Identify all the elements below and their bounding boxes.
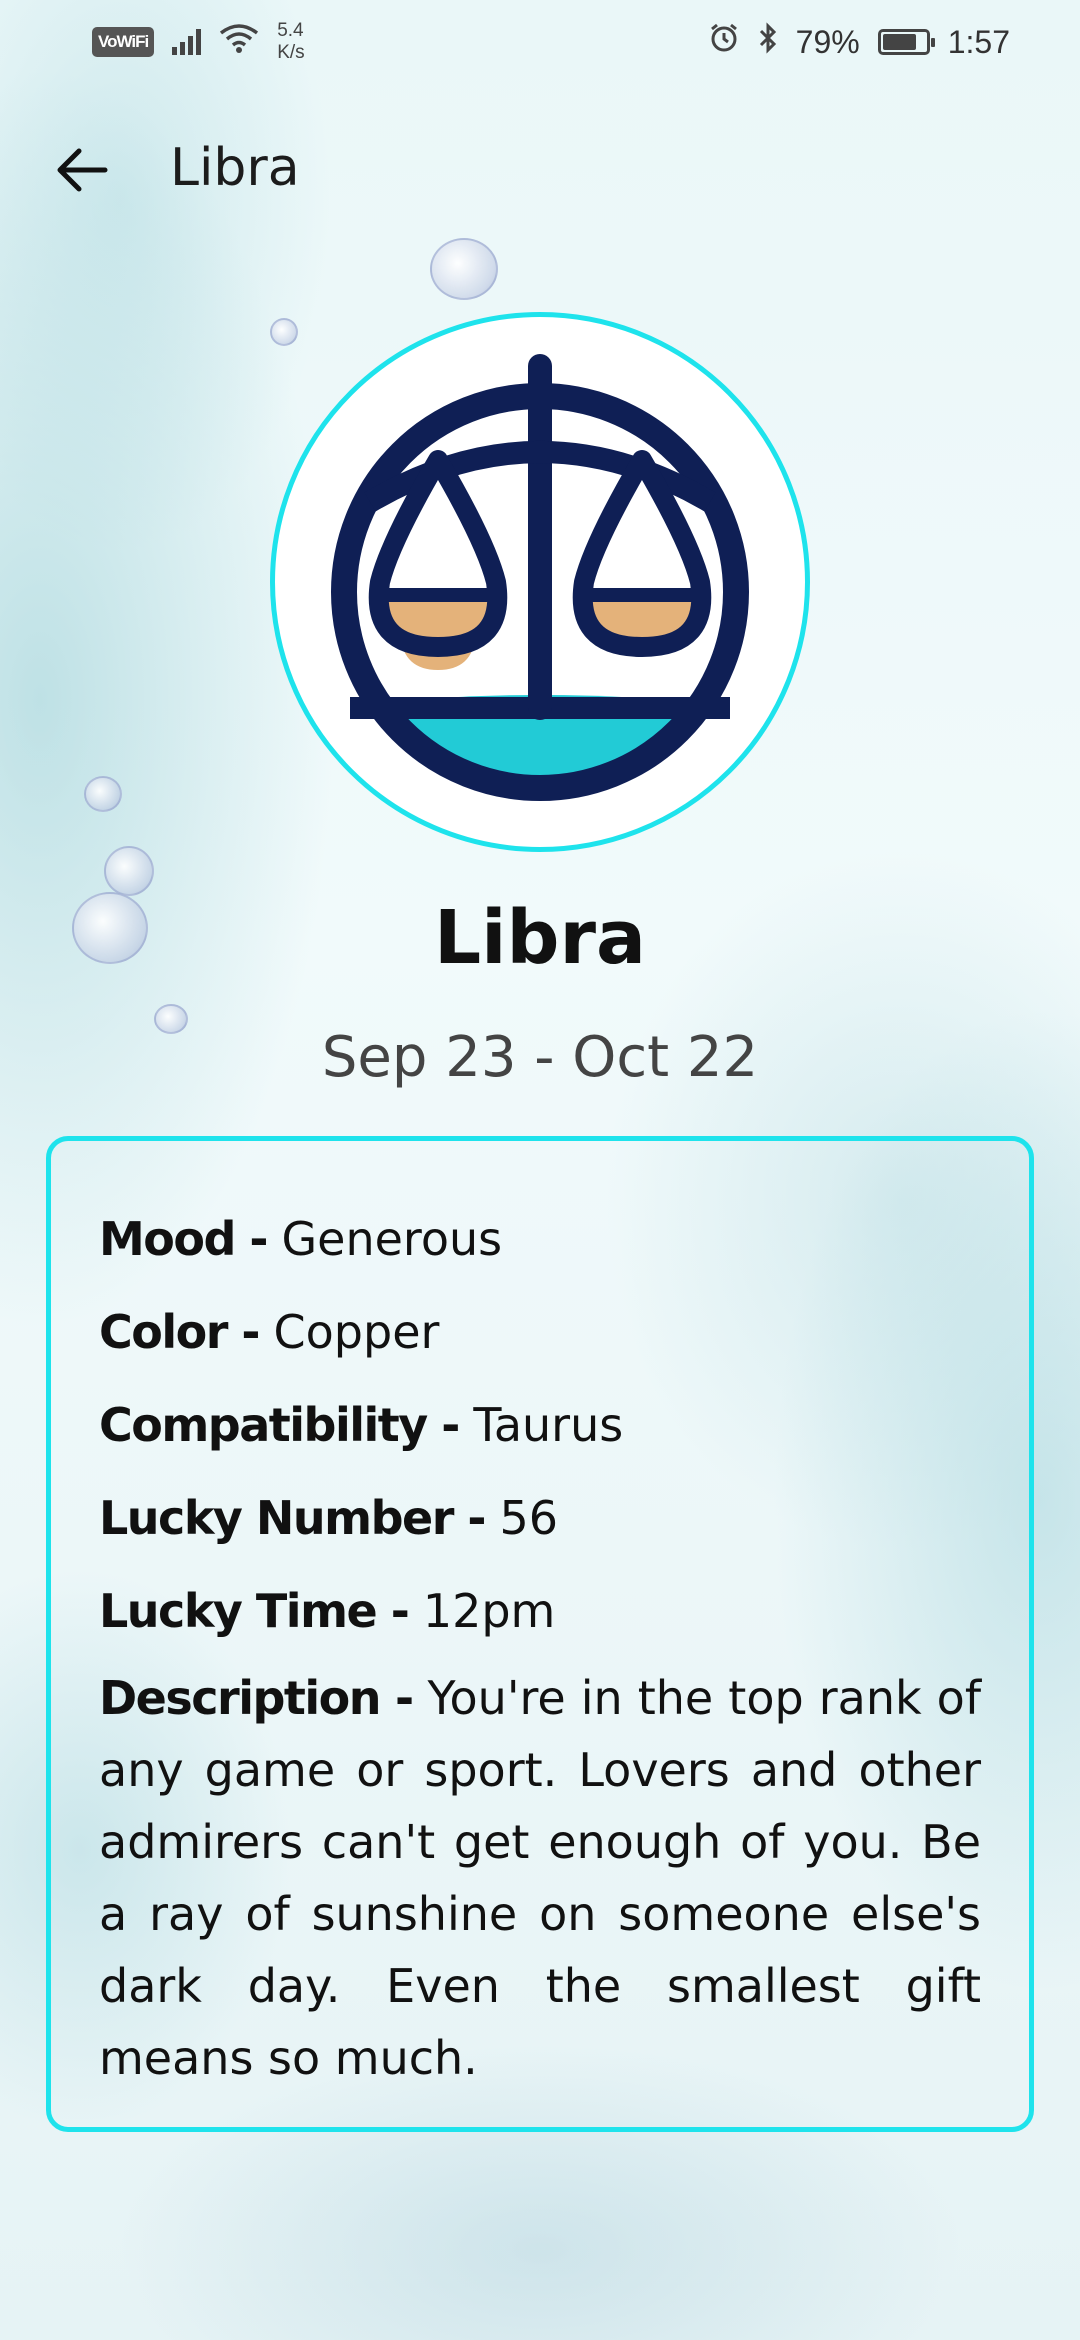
description-label: Description -: [99, 1671, 428, 1725]
mood-value: Generous: [281, 1212, 503, 1266]
color-row: Color - Copper: [99, 1286, 981, 1379]
color-value: Copper: [273, 1305, 440, 1359]
status-bar: VoWiFi 5.4 K/s 79% 1:57: [0, 0, 1080, 84]
lucky-time-value: 12pm: [422, 1584, 556, 1638]
battery-fill: [882, 34, 916, 50]
clock-time: 1:57: [947, 23, 1010, 60]
app-bar: Libra: [0, 120, 1080, 220]
bubble-decoration: [430, 238, 498, 300]
compatibility-value: Taurus: [473, 1398, 624, 1452]
lucky-time-label: Lucky Time -: [99, 1584, 423, 1638]
bluetooth-icon: [758, 22, 778, 62]
bubble-decoration: [104, 846, 154, 896]
battery-icon: [877, 29, 935, 55]
mood-row: Mood - Generous: [99, 1193, 981, 1286]
bubble-decoration: [270, 318, 298, 346]
lucky-number-value: 56: [499, 1491, 559, 1545]
description-row: Description - You're in the top rank of …: [99, 1662, 981, 2094]
network-speed: 5.4 K/s: [277, 20, 304, 64]
signal-icon: [172, 29, 202, 55]
sign-name: Libra: [434, 895, 646, 981]
compatibility-label: Compatibility -: [99, 1398, 474, 1452]
status-left: VoWiFi 5.4 K/s: [92, 20, 305, 64]
vowifi-icon: VoWiFi: [92, 27, 155, 57]
back-button[interactable]: [50, 142, 114, 198]
arrow-left-icon: [57, 148, 108, 192]
speed-value: 5.4: [277, 20, 304, 41]
libra-scales-icon: [331, 354, 749, 801]
color-label: Color -: [99, 1305, 274, 1359]
lucky-number-label: Lucky Number -: [99, 1491, 500, 1545]
battery-percent: 79%: [795, 23, 860, 60]
compatibility-row: Compatibility - Taurus: [99, 1379, 981, 1472]
horoscope-details-card: Mood - Generous Color - Copper Compatibi…: [46, 1136, 1034, 2132]
mood-label: Mood -: [99, 1212, 282, 1266]
sign-date-range: Sep 23 - Oct 22: [321, 1025, 759, 1090]
description-value: You're in the top rank of any game or sp…: [99, 1671, 982, 2085]
lucky-time-row: Lucky Time - 12pm: [99, 1565, 981, 1658]
app-bar-title: Libra: [170, 138, 300, 198]
alarm-icon: [708, 22, 740, 62]
wifi-icon: [219, 23, 259, 61]
sign-emblem: [270, 312, 810, 852]
status-right: 79% 1:57: [708, 22, 1010, 62]
bubble-decoration: [84, 776, 122, 812]
lucky-number-row: Lucky Number - 56: [99, 1472, 981, 1565]
speed-unit: K/s: [277, 42, 305, 63]
